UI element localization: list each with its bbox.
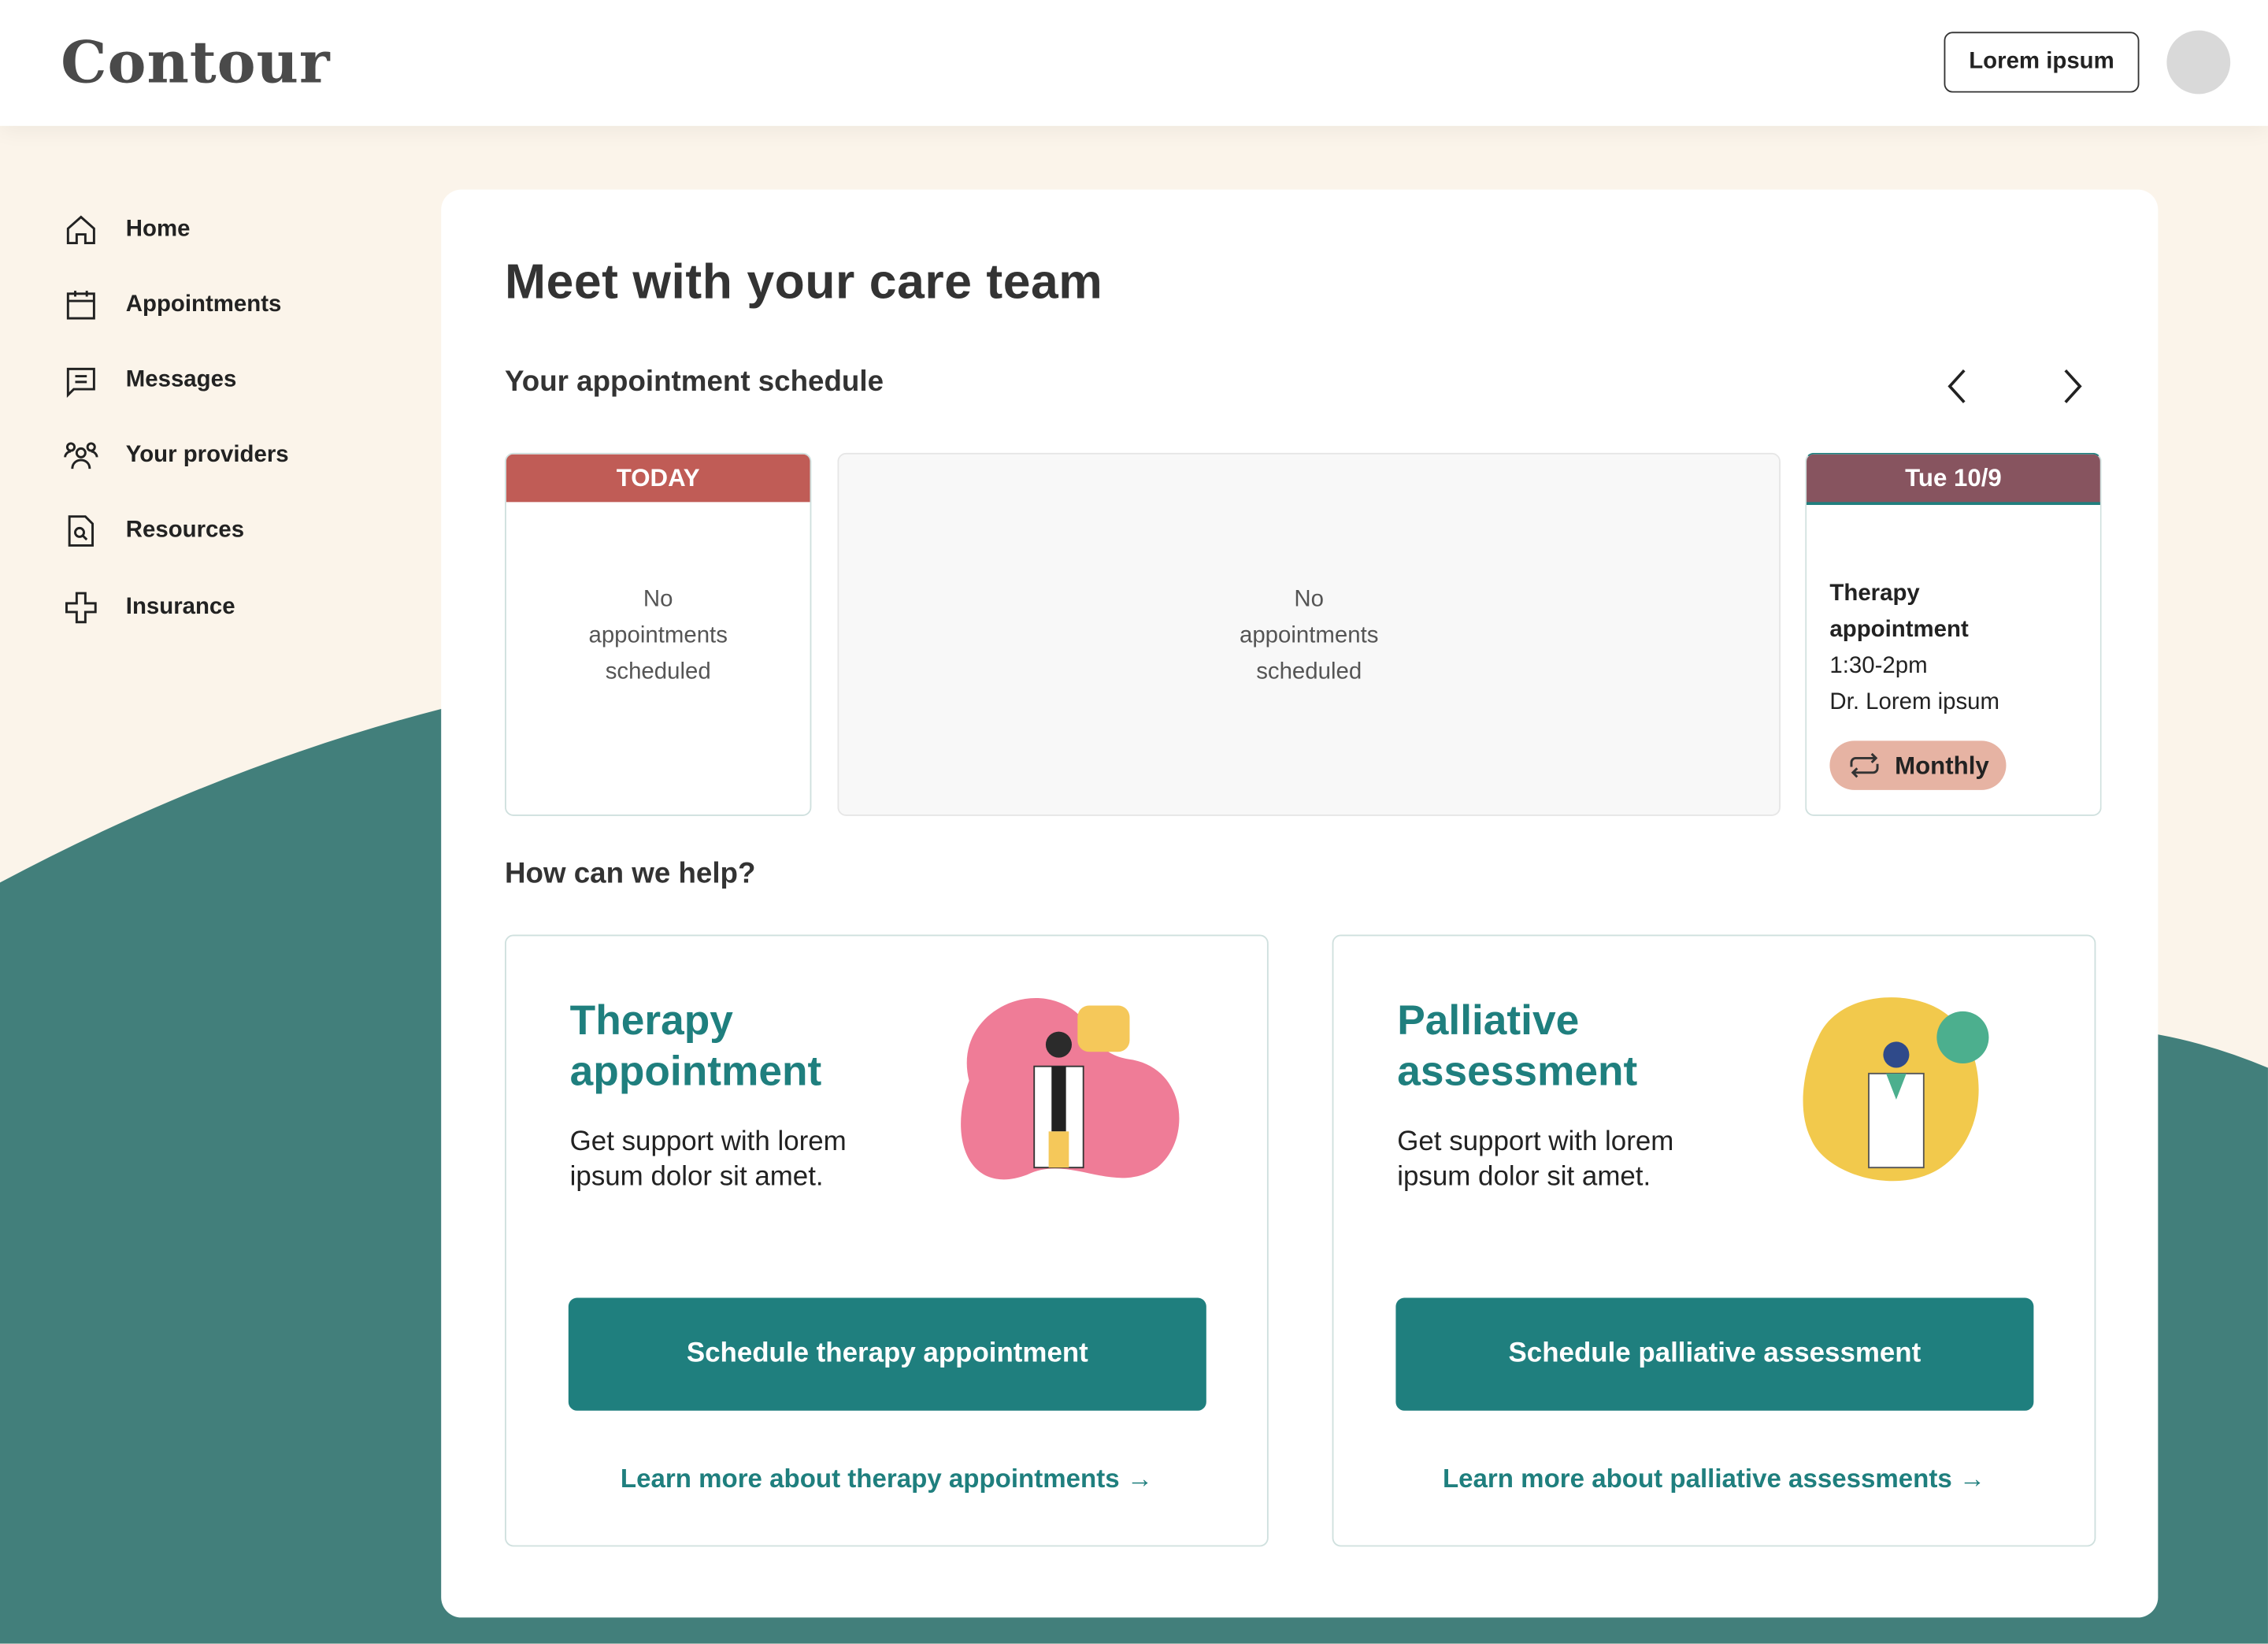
medical-cross-icon xyxy=(65,592,97,624)
appointment-title: Therapy xyxy=(1829,581,1920,607)
card-description: Get support with lorem ipsum dolor sit a… xyxy=(569,1126,847,1193)
therapist-illustration xyxy=(961,997,1180,1180)
learn-more-palliative-link[interactable]: Learn more about palliative assessments … xyxy=(1333,1464,2094,1495)
day-header: TODAY xyxy=(506,454,810,503)
therapy-card: Therapy appointment Get support with lore… xyxy=(505,934,1269,1547)
schedule-therapy-button[interactable]: Schedule therapy appointment xyxy=(568,1297,1206,1411)
recurrence-badge: Monthly xyxy=(1829,740,2007,790)
sidebar-item-your-providers[interactable]: Your providers xyxy=(64,437,289,475)
sidebar-item-label: Resources xyxy=(125,518,245,543)
empty-line: appointments xyxy=(588,623,728,648)
logo[interactable]: Contour xyxy=(61,29,330,97)
sidebar-item-label: Appointments xyxy=(125,292,282,317)
card-title-line: Palliative xyxy=(1397,998,1580,1045)
empty-line: No xyxy=(1294,587,1324,612)
sidebar-item-label: Messages xyxy=(125,367,237,392)
home-icon xyxy=(66,215,95,245)
page: Contour Lorem ipsum Home Appointments Me… xyxy=(0,0,2268,1644)
schedule-title: Your appointment schedule xyxy=(505,366,884,399)
appointment-provider: Dr. Lorem ipsum xyxy=(1829,690,2000,715)
day-column-empty: No appointments scheduled xyxy=(837,452,1781,816)
card-title: Therapy appointment xyxy=(570,996,822,1098)
help-title: How can we help? xyxy=(505,858,756,890)
message-icon xyxy=(66,367,95,398)
card-title: Palliative assessment xyxy=(1397,996,1637,1098)
calendar-icon xyxy=(66,291,95,320)
empty-message: No appointments scheduled xyxy=(839,581,1779,690)
empty-line: scheduled xyxy=(1256,659,1362,685)
empty-line: appointments xyxy=(1239,623,1379,648)
appointment-time: 1:30-2pm xyxy=(1829,654,1928,679)
card-title-line: assessment xyxy=(1397,1048,1638,1096)
schedule-palliative-button[interactable]: Schedule palliative assessment xyxy=(1395,1297,2034,1411)
card-title-line: appointment xyxy=(569,1048,822,1096)
people-icon xyxy=(64,442,98,469)
sidebar-item-messages[interactable]: Messages xyxy=(64,362,236,399)
document-search-icon xyxy=(68,515,94,547)
sidebar-item-appointments[interactable]: Appointments xyxy=(64,287,282,325)
day-column-tue: Tue 10/9 Therapy appointment 1:30-2pm Dr… xyxy=(1805,452,2102,816)
sidebar-item-resources[interactable]: Resources xyxy=(64,512,244,550)
repeat-icon xyxy=(1850,752,1879,778)
appointment-title: appointment xyxy=(1829,618,1969,643)
header-button[interactable]: Lorem ipsum xyxy=(1944,32,2140,93)
doctor-illustration xyxy=(1803,997,1989,1182)
palliative-card: Palliative assessment Get support with lo… xyxy=(1332,934,2096,1547)
card-description: Get support with lorem ipsum dolor sit a… xyxy=(1397,1126,1674,1193)
empty-line: No xyxy=(643,587,673,612)
sidebar-item-label: Your providers xyxy=(125,443,289,468)
avatar[interactable] xyxy=(2166,30,2231,95)
page-title: Meet with your care team xyxy=(505,254,1103,310)
sidebar-item-label: Insurance xyxy=(125,594,235,620)
appointment-entry[interactable]: Therapy appointment 1:30-2pm Dr. Lorem i… xyxy=(1829,576,2007,792)
chevron-right-icon[interactable] xyxy=(2051,366,2091,406)
empty-message: No appointments scheduled xyxy=(506,581,810,690)
learn-more-therapy-link[interactable]: Learn more about therapy appointments → xyxy=(506,1464,1267,1495)
sidebar-item-home[interactable]: Home xyxy=(64,211,191,249)
chevron-left-icon[interactable] xyxy=(1938,366,1978,406)
sidebar-item-label: Home xyxy=(125,217,191,242)
card-title-line: Therapy xyxy=(569,998,733,1045)
sidebar-item-insurance[interactable]: Insurance xyxy=(64,589,235,627)
day-header: Tue 10/9 xyxy=(1807,454,2100,506)
main-card: Meet with your care team Your appointmen… xyxy=(441,189,2159,1618)
top-header: Contour Lorem ipsum xyxy=(0,0,2268,126)
recurrence-label: Monthly xyxy=(1895,751,1989,780)
empty-line: scheduled xyxy=(605,659,711,685)
day-column-today: TODAY No appointments scheduled xyxy=(505,452,812,816)
